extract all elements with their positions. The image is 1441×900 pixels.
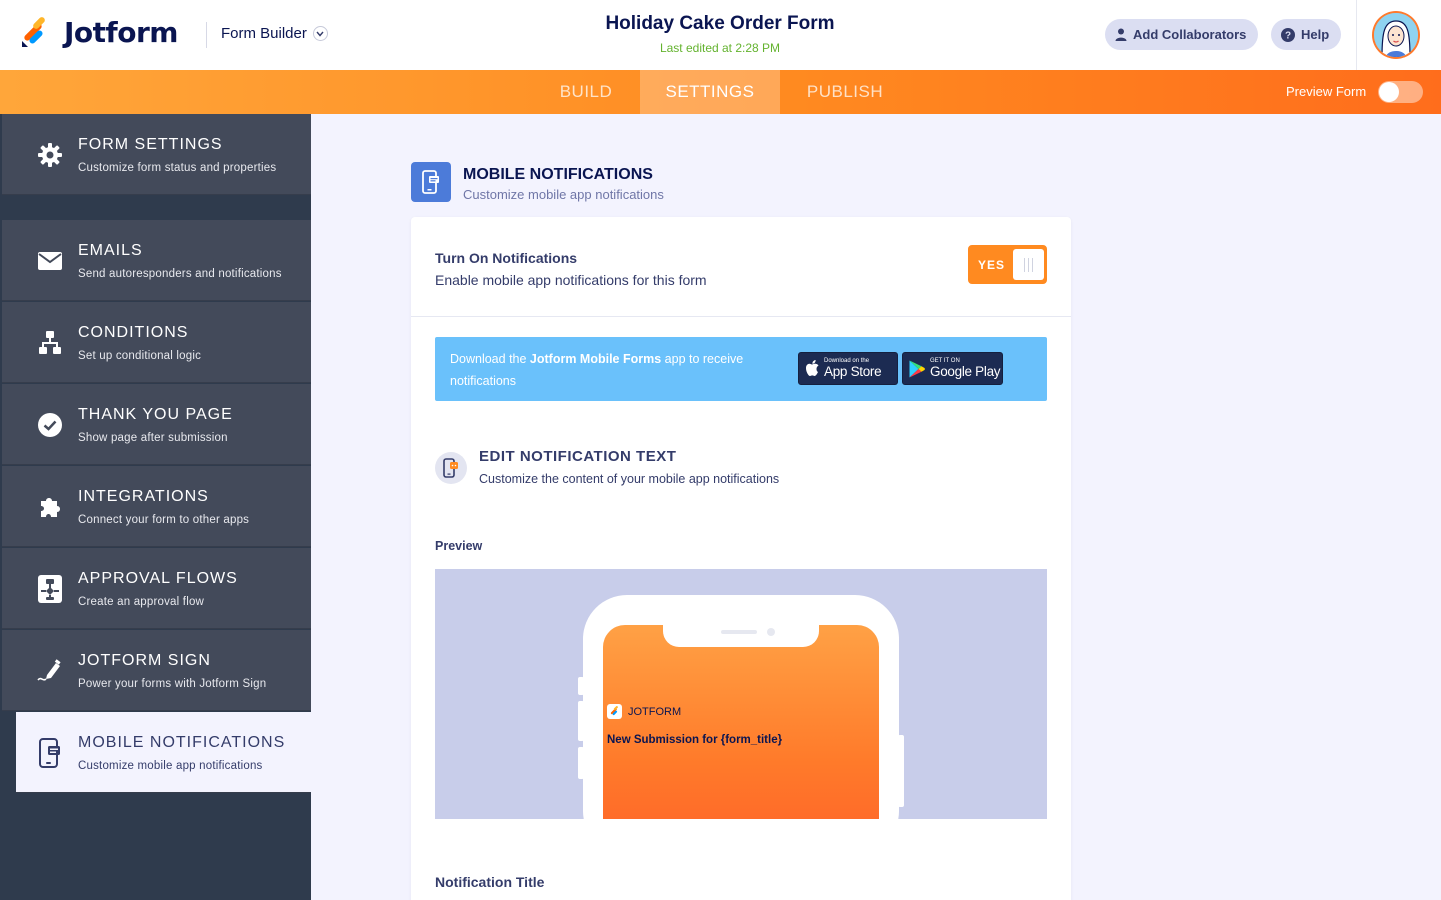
help-button[interactable]: ? Help xyxy=(1271,19,1342,50)
sidebar-item-jotform-sign[interactable]: JOTFORM SIGN Power your forms with Jotfo… xyxy=(2,630,311,711)
sidebar-item-thank-you-page[interactable]: THANK YOU PAGE Show page after submissio… xyxy=(2,384,311,465)
edit-notification-subtitle: Customize the content of your mobile app… xyxy=(479,472,780,486)
form-title-block: Holiday Cake Order Form Last edited at 2… xyxy=(520,13,920,55)
sidebar-item-emails[interactable]: EMAILS Send autoresponders and notificat… xyxy=(2,220,311,301)
tab-build[interactable]: BUILD xyxy=(540,70,632,114)
apple-icon xyxy=(806,360,819,376)
sidebar-item-title: EMAILS xyxy=(78,242,143,259)
last-edited-status: Last edited at 2:28 PM xyxy=(659,41,781,55)
preview-form-label: Preview Form xyxy=(1286,84,1367,99)
conditions-icon xyxy=(35,328,65,358)
download-app-text: Download the Jotform Mobile Forms app to… xyxy=(450,348,790,392)
settings-card: Turn On Notifications Enable mobile app … xyxy=(411,217,1071,900)
add-collaborators-label: Add Collaborators xyxy=(1133,27,1247,42)
sidebar-item-title: FORM SETTINGS xyxy=(78,136,223,153)
mobile-icon xyxy=(35,738,65,768)
notification-title-label: Notification Title xyxy=(435,874,545,890)
download-text-pre: Download the xyxy=(450,352,530,366)
sidebar-item-title: MOBILE NOTIFICATIONS xyxy=(78,734,286,751)
tab-publish[interactable]: PUBLISH xyxy=(790,70,900,114)
sidebar-item-title: INTEGRATIONS xyxy=(78,488,209,505)
sidebar-item-title: JOTFORM SIGN xyxy=(78,652,211,669)
google-play-big-text: Google Play xyxy=(930,364,1001,379)
notification-app-name: JOTFORM xyxy=(628,705,682,718)
toggle-knob xyxy=(1379,82,1399,102)
sidebar-item-form-settings[interactable]: FORM SETTINGS Customize form status and … xyxy=(2,114,311,195)
google-play-icon xyxy=(909,360,925,377)
section-subtitle: Customize mobile app notifications xyxy=(463,187,664,202)
mobile-notification-icon xyxy=(411,162,451,202)
gear-icon xyxy=(35,140,65,170)
notification-app-row: JOTFORM xyxy=(607,704,681,719)
notification-preview: JOTFORM New Submission for {form_title} xyxy=(435,569,1047,819)
sidebar-item-subtitle: Power your forms with Jotform Sign xyxy=(78,678,267,690)
form-builder-label: Form Builder xyxy=(221,25,307,42)
tab-settings[interactable]: SETTINGS xyxy=(640,70,780,114)
edit-notification-title: EDIT NOTIFICATION TEXT xyxy=(479,448,677,465)
notification-preview-title: New Submission for {form_title} xyxy=(607,734,783,746)
form-title[interactable]: Holiday Cake Order Form xyxy=(520,13,920,35)
phone-screen: JOTFORM New Submission for {form_title} xyxy=(603,625,879,819)
sidebar-item-subtitle: Customize form status and properties xyxy=(78,162,277,174)
toggle-knob xyxy=(1013,249,1044,280)
phone-notch xyxy=(663,625,819,647)
sidebar-item-subtitle: Show page after submission xyxy=(78,432,228,444)
check-circle-icon xyxy=(35,410,65,440)
preview-label: Preview xyxy=(435,539,483,553)
brand-name: Jotform xyxy=(64,16,178,49)
preview-form-toggle[interactable] xyxy=(1378,81,1423,103)
user-icon xyxy=(1115,28,1127,41)
header-divider xyxy=(206,22,207,48)
sidebar-item-subtitle: Connect your form to other apps xyxy=(78,514,250,526)
app-store-button[interactable]: Download on the App Store xyxy=(798,352,898,385)
section-title: MOBILE NOTIFICATIONS xyxy=(463,166,653,183)
app-store-big-text: App Store xyxy=(824,364,882,379)
form-builder-dropdown[interactable]: Form Builder xyxy=(221,25,328,42)
pen-icon xyxy=(35,656,65,686)
download-app-name: Jotform Mobile Forms xyxy=(529,352,662,366)
download-app-banner: Download the Jotform Mobile Forms app to… xyxy=(435,337,1047,401)
help-label: Help xyxy=(1301,27,1330,42)
toggle-yes-label: YES xyxy=(978,258,1006,272)
phone-mockup: JOTFORM New Submission for {form_title} xyxy=(583,595,899,819)
builder-tab-bar: BUILD SETTINGS PUBLISH Preview Form xyxy=(0,70,1441,114)
google-play-button[interactable]: GET IT ON Google Play xyxy=(902,352,1003,385)
edit-notification-icon xyxy=(435,452,467,484)
top-header: Jotform Form Builder Holiday Cake Order … xyxy=(0,0,1441,70)
sidebar-item-approval-flows[interactable]: APPROVAL FLOWS Create an approval flow xyxy=(2,548,311,629)
sidebar-item-conditions[interactable]: CONDITIONS Set up conditional logic xyxy=(2,302,311,383)
jotform-logo[interactable]: Jotform xyxy=(20,16,178,50)
user-avatar[interactable] xyxy=(1372,11,1420,59)
chevron-down-icon xyxy=(312,26,328,41)
header-divider-right xyxy=(1356,0,1357,70)
notifications-toggle[interactable]: YES xyxy=(968,245,1047,284)
turn-on-notifications-row: Turn On Notifications Enable mobile app … xyxy=(411,217,1071,317)
jotform-logo-icon xyxy=(22,17,45,47)
add-collaborators-button[interactable]: Add Collaborators xyxy=(1105,19,1259,50)
svg-text:?: ? xyxy=(1285,30,1291,41)
sidebar-item-subtitle: Send autoresponders and notifications xyxy=(78,268,282,280)
sidebar-item-mobile-notifications[interactable]: MOBILE NOTIFICATIONS Customize mobile ap… xyxy=(16,712,311,793)
sidebar-item-title: THANK YOU PAGE xyxy=(78,406,233,423)
envelope-icon xyxy=(35,246,65,276)
settings-sidebar: FORM SETTINGS Customize form status and … xyxy=(0,114,311,900)
sidebar-item-title: CONDITIONS xyxy=(78,324,189,341)
approval-flow-icon xyxy=(35,574,65,604)
turn-on-title: Turn On Notifications xyxy=(435,250,578,266)
sidebar-item-subtitle: Customize mobile app notifications xyxy=(78,760,263,772)
turn-on-subtitle: Enable mobile app notifications for this… xyxy=(435,272,707,288)
sidebar-item-subtitle: Set up conditional logic xyxy=(78,350,202,362)
puzzle-icon xyxy=(35,492,65,522)
sidebar-item-title: APPROVAL FLOWS xyxy=(78,570,238,587)
sidebar-item-subtitle: Create an approval flow xyxy=(78,596,205,608)
avatar-face-icon xyxy=(1374,13,1418,57)
sidebar-item-integrations[interactable]: INTEGRATIONS Connect your form to other … xyxy=(2,466,311,547)
jotform-app-icon xyxy=(607,704,622,719)
help-icon: ? xyxy=(1281,27,1295,42)
